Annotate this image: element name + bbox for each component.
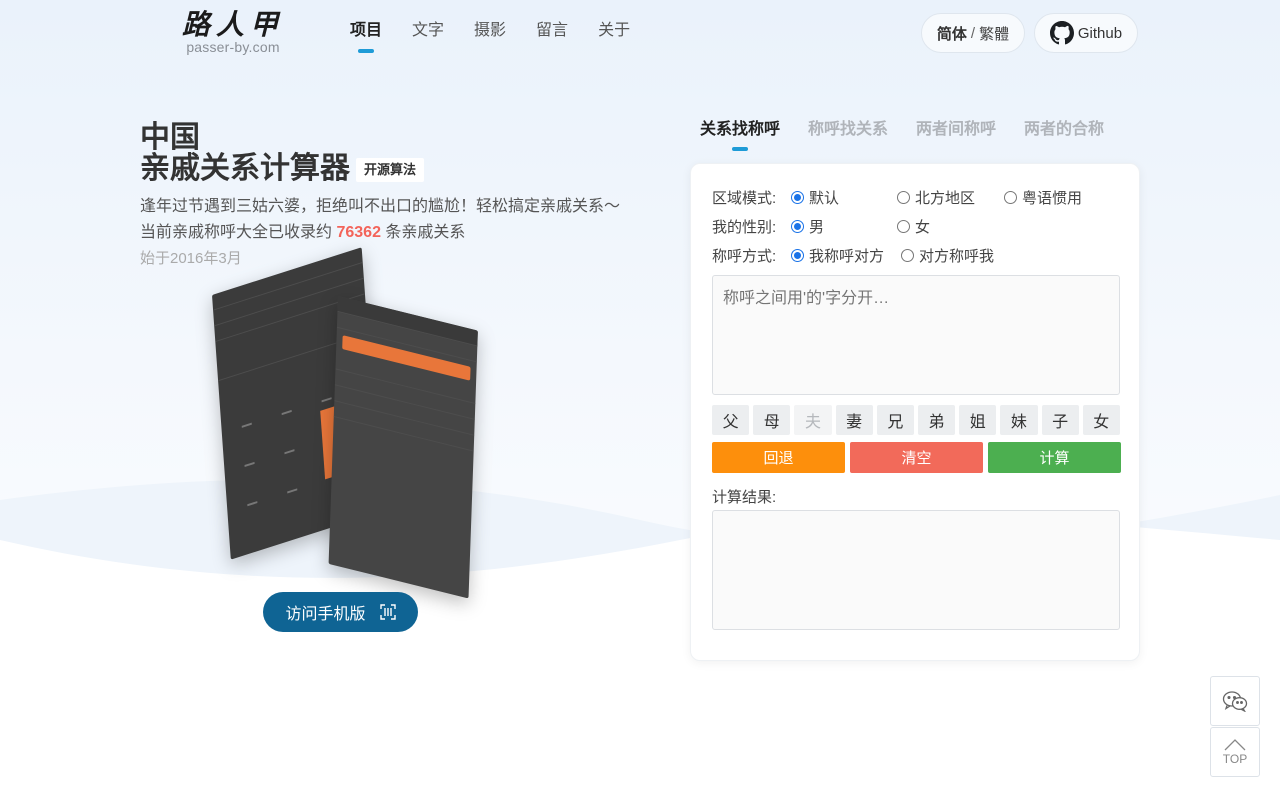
relation-keypad: 父 母 夫 妻 兄 弟 姐 妹 子 女 bbox=[712, 405, 1120, 435]
mode-option-i-call-them[interactable]: 我称呼对方 bbox=[791, 245, 901, 266]
key-daughter[interactable]: 女 bbox=[1082, 405, 1120, 435]
nav-item-writing[interactable]: 文字 bbox=[412, 20, 444, 56]
relation-count: 76362 bbox=[336, 224, 381, 241]
key-elder-sister[interactable]: 姐 bbox=[959, 405, 997, 435]
page-title: 中国 亲戚关系计算器 开源算法 bbox=[140, 121, 425, 185]
tab-relation-to-title[interactable]: 关系找称呼 bbox=[700, 118, 780, 156]
gender-row: 我的性别: 男 女 bbox=[712, 215, 930, 237]
result-label: 计算结果: bbox=[712, 489, 777, 506]
visit-mobile-button[interactable]: 访问手机版 bbox=[263, 592, 418, 632]
github-button[interactable]: Github bbox=[1034, 13, 1138, 53]
key-wife[interactable]: 妻 bbox=[835, 405, 873, 435]
wechat-button[interactable] bbox=[1210, 676, 1260, 726]
radio-checked-icon bbox=[791, 219, 804, 233]
key-younger-brother[interactable]: 弟 bbox=[917, 405, 956, 435]
title-line-1: 中国 bbox=[140, 121, 200, 154]
calculate-button[interactable]: 计算 bbox=[988, 442, 1121, 473]
logo-mark: 路人甲 bbox=[181, 8, 284, 41]
key-elder-brother[interactable]: 兄 bbox=[876, 405, 914, 435]
back-to-top-label: TOP bbox=[1222, 752, 1248, 766]
gender-option-male[interactable]: 男 bbox=[791, 216, 897, 237]
site-logo[interactable]: 路人甲 passer-by.com bbox=[178, 10, 288, 56]
title-line-2: 亲戚关系计算器 bbox=[140, 152, 350, 185]
region-mode-row: 区域模式: 默认 北方地区 粤语惯用 bbox=[712, 186, 1082, 208]
radio-unchecked-icon bbox=[1004, 190, 1017, 204]
scan-icon bbox=[379, 604, 396, 620]
open-source-badge[interactable]: 开源算法 bbox=[356, 157, 425, 182]
region-mode-label: 区域模式: bbox=[712, 189, 777, 207]
github-label: Github bbox=[1077, 24, 1123, 42]
gender-label: 我的性别: bbox=[712, 218, 777, 236]
phone-screenshot-results bbox=[328, 296, 478, 599]
region-option-cantonese[interactable]: 粤语惯用 bbox=[1004, 187, 1082, 208]
since-date: 始于2016年3月 bbox=[140, 250, 242, 267]
lang-separator: / bbox=[970, 24, 976, 42]
address-mode-label: 称呼方式: bbox=[712, 247, 777, 265]
logo-subtitle: passer-by.com bbox=[186, 39, 280, 55]
region-option-default[interactable]: 默认 bbox=[791, 187, 897, 208]
github-icon bbox=[1049, 21, 1074, 45]
nav-item-photography[interactable]: 摄影 bbox=[474, 20, 506, 56]
wechat-icon bbox=[1222, 691, 1248, 712]
radio-unchecked-icon bbox=[897, 219, 910, 233]
visit-mobile-label: 访问手机版 bbox=[285, 606, 366, 623]
mobile-preview-image bbox=[180, 247, 500, 599]
description-line-2: 当前亲戚称呼大全已收录约 76362 条亲戚关系 bbox=[140, 220, 620, 246]
tab-combined-title[interactable]: 两者的合称 bbox=[1024, 118, 1104, 156]
calculator-tabs: 关系找称呼 称呼找关系 两者间称呼 两者的合称 bbox=[700, 118, 1132, 156]
nav-item-projects[interactable]: 项目 bbox=[350, 20, 382, 56]
action-buttons: 回退 清空 计算 bbox=[712, 442, 1121, 473]
tab-title-to-relation[interactable]: 称呼找关系 bbox=[808, 118, 888, 156]
radio-checked-icon bbox=[791, 190, 804, 204]
arrow-up-icon bbox=[1224, 739, 1246, 751]
calculator-card: 区域模式: 默认 北方地区 粤语惯用 我的性别: 男 女 称呼方式: 我称呼对方 bbox=[690, 163, 1140, 661]
address-mode-row: 称呼方式: 我称呼对方 对方称呼我 bbox=[712, 244, 994, 266]
lang-traditional[interactable]: 繁體 bbox=[979, 23, 1009, 44]
radio-checked-icon bbox=[791, 248, 804, 262]
relation-input[interactable] bbox=[712, 275, 1120, 395]
hero-description: 逢年过节遇到三姑六婆，拒绝叫不出口的尴尬！轻松搞定亲戚关系～ 当前亲戚称呼大全已… bbox=[140, 194, 620, 246]
gender-option-female[interactable]: 女 bbox=[897, 216, 930, 237]
main-nav: 项目 文字 摄影 留言 关于 bbox=[350, 20, 660, 56]
lang-simplified[interactable]: 简体 bbox=[937, 23, 967, 44]
radio-unchecked-icon bbox=[897, 190, 910, 204]
radio-unchecked-icon bbox=[901, 248, 914, 262]
description-prefix: 当前亲戚称呼大全已收录约 bbox=[140, 224, 333, 241]
back-button[interactable]: 回退 bbox=[712, 442, 845, 473]
region-option-north[interactable]: 北方地区 bbox=[897, 187, 1004, 208]
key-mother[interactable]: 母 bbox=[753, 405, 791, 435]
description-suffix: 条亲戚关系 bbox=[385, 224, 466, 241]
nav-item-about[interactable]: 关于 bbox=[598, 20, 630, 56]
key-younger-sister[interactable]: 妹 bbox=[1000, 405, 1038, 435]
nav-item-guestbook[interactable]: 留言 bbox=[536, 20, 568, 56]
key-husband[interactable]: 夫 bbox=[794, 405, 832, 435]
key-father[interactable]: 父 bbox=[712, 405, 750, 435]
mode-option-they-call-me[interactable]: 对方称呼我 bbox=[901, 245, 994, 266]
tab-between-two[interactable]: 两者间称呼 bbox=[916, 118, 996, 156]
description-line-1: 逢年过节遇到三姑六婆，拒绝叫不出口的尴尬！轻松搞定亲戚关系～ bbox=[140, 198, 621, 215]
clear-button[interactable]: 清空 bbox=[850, 442, 983, 473]
back-to-top-button[interactable]: TOP bbox=[1210, 727, 1260, 777]
key-son[interactable]: 子 bbox=[1041, 405, 1079, 435]
result-output[interactable] bbox=[712, 510, 1120, 630]
language-switch-button[interactable]: 简体 / 繁體 bbox=[921, 13, 1025, 53]
